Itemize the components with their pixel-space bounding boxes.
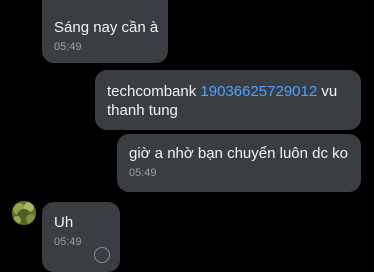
message-bubble-outgoing[interactable]: giờ a nhờ bạn chuyển luôn dc ko 05:49 — [117, 134, 361, 192]
message-text-prefix: techcombank — [107, 83, 201, 100]
avatar-image — [12, 201, 36, 225]
message-timestamp: 05:49 — [129, 167, 157, 179]
message-text: Uh — [54, 214, 74, 231]
account-number-link[interactable]: 19036625729012 — [200, 83, 317, 100]
reaction-icon[interactable] — [94, 247, 110, 263]
message-text-line2: thanh tung — [107, 102, 178, 119]
message-bubble-incoming[interactable]: Uh 05:49 — [42, 202, 120, 272]
message-timestamp: 05:49 — [54, 41, 82, 53]
message-text: giờ a nhờ bạn chuyển luôn dc ko — [129, 145, 348, 162]
message-timestamp: 05:49 — [54, 236, 82, 248]
avatar[interactable] — [12, 201, 36, 225]
message-text: Sáng nay cần à — [54, 19, 159, 36]
message-text-suffix: vu — [317, 83, 338, 100]
message-bubble-incoming[interactable]: Sáng nay cần à 05:49 — [42, 0, 168, 63]
message-text-line1: techcombank 19036625729012 vu — [107, 82, 349, 101]
message-bubble-outgoing[interactable]: techcombank 19036625729012 vu thanh tung — [95, 70, 361, 130]
